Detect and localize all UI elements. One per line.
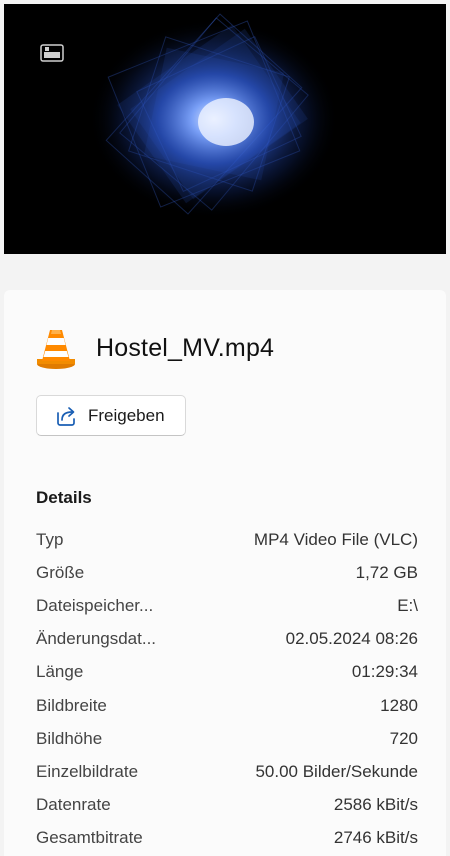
- detail-value: E:\: [397, 595, 418, 615]
- detail-value: 2586 kBit/s: [333, 795, 418, 815]
- detail-label: Bildhöhe: [36, 728, 103, 748]
- detail-row-location: Dateispeicher... E:\: [36, 589, 418, 622]
- detail-label: Datenrate: [36, 795, 111, 815]
- detail-label: Dateispeicher...: [36, 595, 154, 615]
- detail-value: MP4 Video File (VLC): [253, 529, 418, 549]
- detail-row-width: Bildbreite 1280: [36, 689, 418, 722]
- file-name: Hostel_MV.mp4: [96, 333, 275, 362]
- share-arrow-icon: [57, 406, 75, 426]
- share-button-label: Freigeben: [88, 405, 165, 425]
- detail-row-framerate: Einzelbildrate 50.00 Bilder/Sekunde: [36, 755, 418, 788]
- details-list: Typ MP4 Video File (VLC) Größe 1,72 GB D…: [36, 523, 418, 855]
- detail-row-type: Typ MP4 Video File (VLC): [36, 523, 418, 556]
- detail-value: 1280: [380, 695, 418, 715]
- detail-label: Gesamtbitrate: [36, 828, 143, 848]
- detail-value: 1,72 GB: [355, 562, 418, 582]
- detail-row-height: Bildhöhe 720: [36, 722, 418, 755]
- detail-row-size: Größe 1,72 GB: [36, 556, 418, 589]
- file-details-panel: Hostel_MV.mp4 Freigeben Details Typ MP4 …: [4, 290, 446, 856]
- detail-row-datarate: Datenrate 2586 kBit/s: [36, 789, 418, 822]
- detail-value: 01:29:34: [351, 662, 418, 682]
- details-heading: Details: [36, 488, 92, 507]
- detail-label: Länge: [36, 662, 84, 682]
- detail-row-modified: Änderungsdat... 02.05.2024 08:26: [36, 623, 418, 656]
- share-button[interactable]: Freigeben: [36, 395, 186, 436]
- detail-row-total-bitrate: Gesamtbitrate 2746 kBit/s: [36, 822, 418, 855]
- tv-channel-logo-icon: [40, 44, 64, 62]
- detail-value: 720: [389, 728, 418, 748]
- detail-label: Änderungsdat...: [36, 629, 157, 649]
- detail-value: 50.00 Bilder/Sekunde: [255, 761, 418, 781]
- detail-label: Typ: [36, 529, 64, 549]
- detail-label: Einzelbildrate: [36, 761, 139, 781]
- detail-value: 02.05.2024 08:26: [285, 629, 418, 649]
- detail-label: Bildbreite: [36, 695, 107, 715]
- detail-value: 2746 kBit/s: [333, 828, 418, 848]
- video-thumbnail-image: [4, 4, 446, 254]
- detail-label: Größe: [36, 562, 85, 582]
- file-title-row: Hostel_MV.mp4: [36, 326, 274, 370]
- video-preview[interactable]: [4, 4, 446, 254]
- vlc-cone-icon: [37, 330, 75, 369]
- detail-row-length: Länge 01:29:34: [36, 656, 418, 689]
